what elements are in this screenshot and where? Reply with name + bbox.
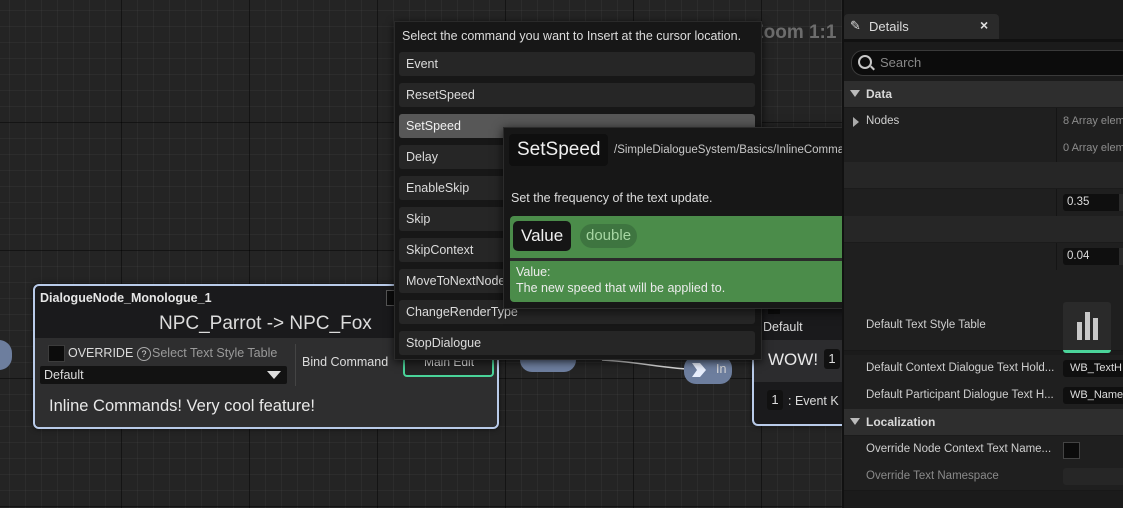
- node-title: DialogueNode_Monologue_1: [40, 291, 212, 305]
- context-holder-value: WB_TextH: [1070, 362, 1122, 374]
- search-icon: [858, 55, 872, 69]
- property-override-ns[interactable]: Override Node Context Text Name...: [844, 436, 1123, 464]
- tab-details-label: Details: [869, 19, 909, 34]
- property-array-2[interactable]: 0 Array eleme: [844, 135, 1123, 163]
- override-label: OVERRIDE: [68, 346, 134, 360]
- section-localization[interactable]: Localization: [844, 409, 1123, 435]
- param-label: Value:: [516, 265, 551, 279]
- property-override-text-ns: Override Text Namespace: [844, 463, 1123, 491]
- delay-number-input[interactable]: 0.04: [1063, 248, 1123, 265]
- property-nodes-value: 8 Array elem: [1063, 115, 1123, 127]
- chevron-down-icon: [267, 371, 281, 379]
- override-ns-name: Override Node Context Text Name...: [866, 443, 1052, 455]
- node2-badge-bottom: 1: [767, 390, 783, 410]
- participant-holder-value: WB_Name_: [1070, 389, 1123, 401]
- tab-details[interactable]: ✎ Details ×: [844, 14, 999, 39]
- pencil-icon: ✎: [850, 18, 861, 33]
- close-icon[interactable]: ×: [980, 17, 988, 33]
- property-array-2-value: 0 Array eleme: [1063, 142, 1123, 154]
- participant-holder-value-box[interactable]: WB_Name_: [1063, 387, 1123, 404]
- section-data[interactable]: Data: [844, 81, 1123, 107]
- in-pin-label: In: [716, 362, 727, 376]
- column-split: [1056, 108, 1057, 135]
- speed-number-input[interactable]: 0.35: [1063, 194, 1123, 211]
- speed-number-value: 0.35: [1067, 196, 1090, 208]
- section-localization-title: Localization: [866, 415, 936, 429]
- node-body-text[interactable]: Inline Commands! Very cool feature!: [49, 397, 315, 416]
- property-context-holder[interactable]: Default Context Dialogue Text Hold... WB…: [844, 355, 1123, 383]
- override-text-ns-input: [1063, 468, 1123, 485]
- command-item[interactable]: ResetSpeed: [399, 83, 755, 107]
- param-name: Value: [513, 221, 572, 251]
- tab-bar-divider: [844, 39, 1123, 42]
- search-placeholder: Search: [880, 55, 922, 70]
- override-ns-checkbox[interactable]: [1063, 442, 1080, 459]
- divider: [295, 344, 296, 386]
- text-style-table-name: Default Text Style Table: [866, 319, 986, 331]
- expand-arrow-icon[interactable]: [853, 117, 859, 127]
- node2-event-label: : Event K: [788, 394, 839, 408]
- command-item[interactable]: Event: [399, 52, 755, 76]
- override-text-ns-name: Override Text Namespace: [866, 470, 999, 482]
- param-type-badge: double: [580, 224, 638, 248]
- column-split: [1056, 135, 1057, 162]
- property-speed[interactable]: 0.35: [844, 189, 1123, 217]
- property-participant-holder[interactable]: Default Participant Dialogue Text H... W…: [844, 382, 1123, 410]
- node-participants: NPC_Parrot -> NPC_Fox: [159, 313, 372, 334]
- node2-badge-top: 1: [824, 349, 840, 369]
- text-style-thumbnail[interactable]: [1063, 302, 1111, 353]
- property-delay[interactable]: 0.04: [844, 243, 1123, 271]
- section-data-title: Data: [866, 87, 893, 101]
- override-checkbox[interactable]: [48, 345, 65, 362]
- style-dropdown[interactable]: Default: [40, 366, 287, 384]
- tooltip-command-name: SetSpeed: [509, 134, 609, 166]
- text-style-selector[interactable]: Select Text Style Table: [152, 346, 277, 360]
- bind-command-label: Bind Command: [302, 355, 389, 369]
- left-pin[interactable]: In: [0, 340, 12, 370]
- question-icon[interactable]: ?: [137, 347, 151, 361]
- context-holder-name: Default Context Dialogue Text Hold...: [866, 362, 1055, 374]
- participant-holder-name: Default Participant Dialogue Text H...: [866, 389, 1054, 401]
- section-hidden-1: [844, 162, 1123, 188]
- exec-arrow-icon: [692, 363, 706, 377]
- details-search-input[interactable]: Search: [851, 50, 1123, 76]
- collapse-arrow-icon: [850, 418, 860, 425]
- command-picker-title: Select the command you want to Insert at…: [402, 29, 742, 43]
- style-dropdown-value: Default: [44, 368, 84, 382]
- node2-default-label: Default: [763, 320, 803, 334]
- column-split: [1056, 189, 1057, 216]
- column-split: [1056, 243, 1057, 270]
- property-nodes[interactable]: Nodes 8 Array elem: [844, 108, 1123, 136]
- data-table-icon: [1077, 312, 1099, 340]
- node2-body-text[interactable]: WOW!: [768, 350, 818, 370]
- context-holder-value-box[interactable]: WB_TextH: [1063, 360, 1123, 377]
- section-hidden-2: [844, 216, 1123, 242]
- param-description: The new speed that will be applied to.: [516, 281, 726, 295]
- command-item[interactable]: StopDialogue: [399, 331, 755, 355]
- details-panel: ✎ Details × Search Data Nodes 8 Array el…: [842, 0, 1123, 508]
- tooltip-description: Set the frequency of the text update.: [511, 191, 713, 205]
- delay-number-value: 0.04: [1067, 250, 1090, 262]
- zoom-label: Zoom 1:1: [752, 22, 837, 43]
- property-nodes-name: Nodes: [866, 115, 900, 127]
- collapse-arrow-icon: [850, 90, 860, 97]
